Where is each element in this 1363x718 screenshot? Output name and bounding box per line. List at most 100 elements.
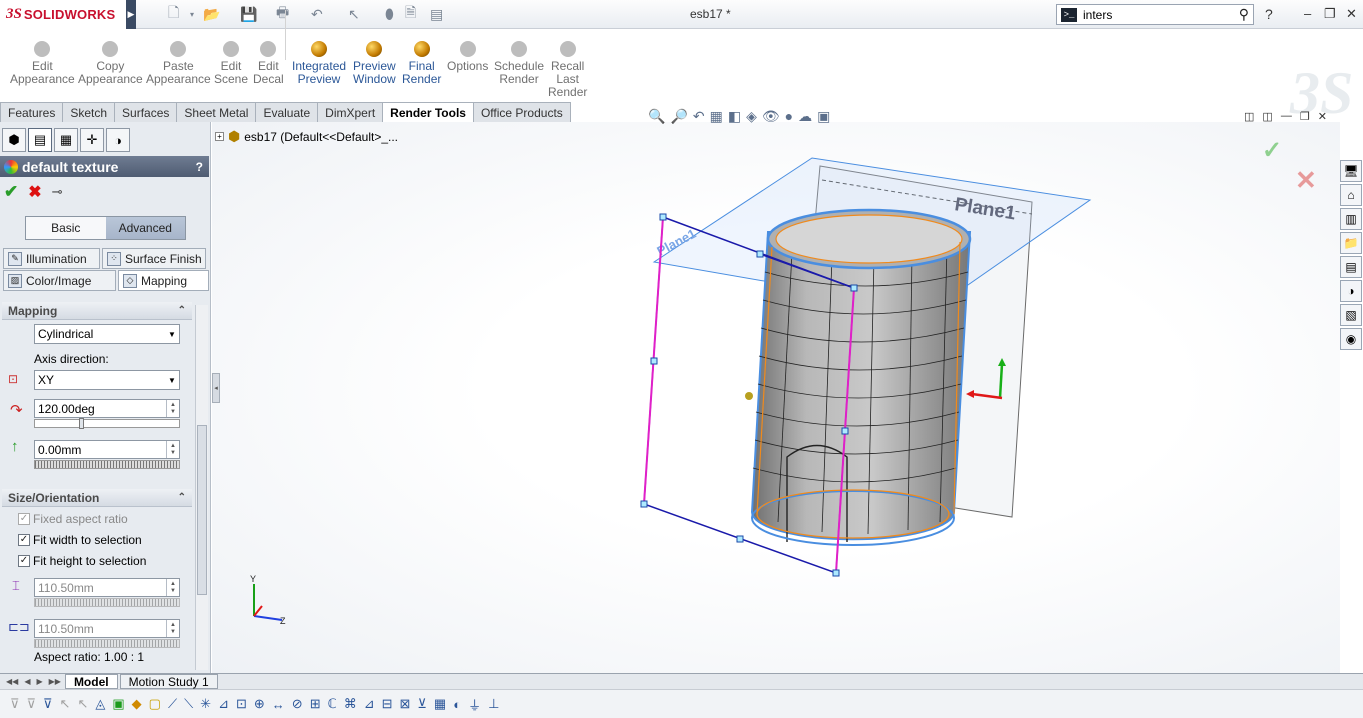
integrated-preview-button[interactable]: Integrated Preview [292,41,346,86]
checkbox-box[interactable]: ✓ [18,555,30,567]
restore-button[interactable]: ❐ [1324,6,1336,22]
filter-vertices-icon[interactable]: ◬ [95,696,105,712]
rotation-input[interactable]: 120.00deg ▲ ▼ [34,399,180,418]
file-properties-icon[interactable]: 🗎 [405,4,416,23]
filter-connection-points-icon[interactable]: ⏚ [468,695,481,714]
filter-blocks-icon[interactable]: ▦ [434,696,446,712]
tab-color-image[interactable]: ▨ Color/Image [3,270,116,291]
rotation-slider[interactable] [34,418,180,429]
confirm-check-icon[interactable]: ✓ [1262,136,1282,165]
zoom-to-fit-icon[interactable]: 🔍 [648,108,665,125]
view-orientation-icon[interactable]: ◧ [728,108,741,125]
filter-datum-features-icon[interactable]: ⊟ [382,696,393,712]
filter-all-icon[interactable]: ⊽ [43,696,53,712]
ok-check-icon[interactable]: ✔ [4,182,18,202]
viewport-split-icon[interactable]: ◫ [1244,110,1254,123]
print-icon[interactable]: 🖶 [276,4,289,23]
minimize-button[interactable]: – [1304,6,1311,21]
pushpin-icon[interactable]: ⊸ [52,184,63,200]
solidworks-forum-icon[interactable]: ◉ [1340,328,1362,350]
edit-scene-button[interactable]: Edit Scene [214,41,248,86]
graphics-viewport[interactable]: Plane1 Plane1 [212,122,1340,675]
offset-thumbwheel[interactable] [34,460,180,469]
viewport-close-icon[interactable]: ✕ [1318,110,1327,123]
resources-icon[interactable]: 🖥 [1340,160,1362,182]
collapse-chevron-icon[interactable]: ⌃ [178,305,186,316]
filter-datum-targets-icon[interactable]: ⊠ [400,696,411,712]
options-icon[interactable]: ▤ [430,5,443,23]
close-button[interactable]: ✕ [1346,6,1357,22]
menu-expand-icon[interactable]: ▶ [126,0,136,29]
help-icon[interactable]: ? [1265,6,1273,22]
configuration-manager-icon[interactable]: ▦ [54,128,78,152]
tab-mapping[interactable]: ◇ Mapping [118,270,209,291]
filter-toggle-icon[interactable]: ⊽ [10,696,20,712]
tab-motion-study-1[interactable]: Motion Study 1 [119,674,218,689]
height-input[interactable]: 110.50mm ▲ ▼ [34,619,180,638]
design-library-icon[interactable]: ▥ [1340,208,1362,230]
previous-view-icon[interactable]: ↶ [693,108,705,125]
tab-sheet-metal[interactable]: Sheet Metal [176,102,257,122]
tab-scroll-last-icon[interactable]: ▶▶ [47,677,63,686]
viewport-restore-icon[interactable]: ❐ [1300,110,1310,123]
search-icon[interactable]: ⚲ [1239,6,1249,23]
tab-surface-finish[interactable]: ⁘ Surface Finish [102,248,206,269]
property-manager-icon[interactable]: ▤ [28,128,52,152]
filter-solid-bodies-icon[interactable]: ▢ [149,696,161,712]
home-icon[interactable]: ⌂ [1340,184,1362,206]
tab-scroll-next-icon[interactable]: ▶ [34,677,44,686]
spin-arrows-icon[interactable]: ▲ ▼ [166,400,179,417]
new-dropdown-icon[interactable]: ▾ [190,5,194,23]
filter-notes-icon[interactable]: ℂ [328,696,337,712]
filter-cosmetic-threads-icon[interactable]: ⊻ [417,696,427,712]
section-view-icon[interactable]: ▦ [710,108,723,125]
filter-weld-symbols-icon[interactable]: ⊿ [364,696,375,712]
width-thumbwheel[interactable] [34,598,180,607]
filter-geometric-tolerance-icon[interactable]: ⊞ [310,696,321,712]
help-icon[interactable]: ? [196,160,203,174]
feature-manager-icon[interactable]: ⬢ [2,128,26,152]
panel-scrollbar[interactable] [195,305,208,670]
view-palette-icon[interactable]: ▤ [1340,256,1362,278]
edit-appearance-button[interactable]: Edit Appearance [10,41,75,86]
filter-center-marks-icon[interactable]: ⊕ [254,696,265,712]
view-settings-icon[interactable]: ▣ [817,108,830,125]
width-input[interactable]: 110.50mm ▲ ▼ [34,578,180,597]
filter-sketch-points-icon[interactable]: ✳ [200,696,211,712]
panel-collapse-handle[interactable]: ◂ [212,373,220,403]
tab-illumination[interactable]: ✎ Illumination [3,248,100,269]
display-style-icon[interactable]: ◈ [746,108,757,125]
spin-arrows-icon[interactable]: ▲ ▼ [166,441,179,458]
height-thumbwheel[interactable] [34,639,180,648]
appearances-icon[interactable]: ◑ [1340,280,1362,302]
search-input[interactable] [1083,7,1213,22]
solidworks-logo[interactable]: 3S SOLIDWORKS [0,0,126,29]
edit-decal-button[interactable]: Edit Decal [253,41,284,86]
filter-planes-icon[interactable]: ⟍ [184,696,193,712]
select-arrow-icon[interactable]: ↖ [348,5,360,23]
filter-axes-icon[interactable]: ⟋ [168,696,177,712]
filter-midpoints-icon[interactable]: ⊡ [236,696,247,712]
display-manager-icon[interactable]: ◑ [106,128,130,152]
apply-scene-icon[interactable]: ☁ [798,108,812,125]
checkbox-box[interactable]: ✓ [18,513,30,525]
undo-icon[interactable]: ↶ [311,5,323,23]
filter-toolbar-icon[interactable]: ⊽ [27,696,37,712]
dimxpert-manager-icon[interactable]: ✛ [80,128,104,152]
spin-arrows-icon[interactable]: ▲ ▼ [166,620,179,637]
tab-surfaces[interactable]: Surfaces [114,102,178,122]
cancel-x-icon[interactable]: ✖ [28,182,41,202]
filter-dowel-pins-icon[interactable]: ◐ [453,697,461,712]
recall-last-render-button[interactable]: Recall Last Render [548,41,587,99]
axis-direction-select[interactable]: XY ▼ [34,370,180,390]
file-explorer-icon[interactable]: 📁 [1340,232,1362,254]
copy-appearance-button[interactable]: Copy Appearance [78,41,143,86]
spin-arrows-icon[interactable]: ▲ ▼ [166,579,179,596]
tab-features[interactable]: Features [0,102,64,122]
filter-faces-icon[interactable]: ▣ [112,696,124,712]
fixed-aspect-checkbox[interactable]: ✓ Fixed aspect ratio [18,512,128,526]
tab-evaluate[interactable]: Evaluate [255,102,319,122]
rebuild-icon[interactable]: ⬮ [385,5,394,23]
search-box[interactable]: >_ ⚲ [1056,4,1254,25]
filter-surface-finish-icon[interactable]: ⊘ [292,696,303,712]
